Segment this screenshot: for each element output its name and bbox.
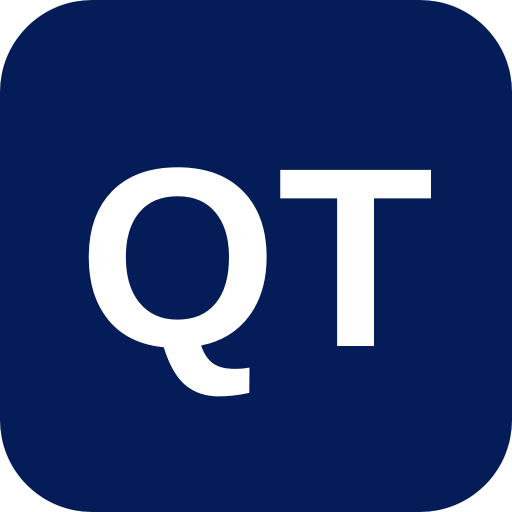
monogram-logo: QT	[78, 115, 434, 401]
app-icon[interactable]: QT	[0, 0, 512, 512]
monogram-text: QT	[78, 115, 434, 401]
